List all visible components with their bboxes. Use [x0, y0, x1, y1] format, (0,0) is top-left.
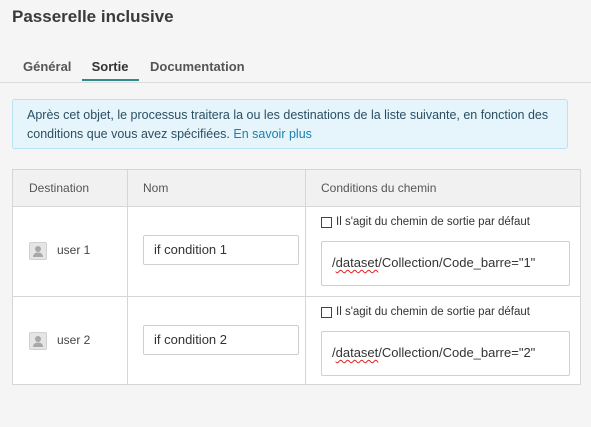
tab-documentation[interactable]: Documentation — [150, 59, 245, 74]
user-icon — [29, 332, 47, 350]
condition-expression-field[interactable]: /dataset/Collection/Code_barre="1" — [321, 241, 570, 286]
column-header-conditions: Conditions du chemin — [321, 181, 437, 195]
default-path-checkbox[interactable]: Il s'agit du chemin de sortie par défaut — [321, 216, 530, 228]
table-row: user 1 if condition 1 Il s'agit du chemi… — [13, 207, 580, 296]
table-header: Destination Nom Conditions du chemin — [13, 170, 580, 207]
info-banner: Après cet objet, le processus traitera l… — [12, 99, 568, 149]
tab-general[interactable]: Général — [23, 59, 71, 74]
checkbox-icon[interactable] — [321, 306, 332, 318]
learn-more-link[interactable]: En savoir plus — [233, 127, 312, 141]
column-divider — [127, 207, 128, 384]
column-header-destination: Destination — [29, 181, 90, 195]
tab-bar: Général Sortie Documentation — [0, 57, 591, 83]
default-path-label: Il s'agit du chemin de sortie par défaut — [336, 216, 530, 228]
checkbox-icon[interactable] — [321, 216, 332, 228]
spellcheck-flagged-word: dataset — [335, 345, 379, 360]
default-path-label: Il s'agit du chemin de sortie par défaut — [336, 306, 530, 318]
active-tab-indicator — [82, 79, 139, 81]
tab-sortie[interactable]: Sortie — [82, 59, 138, 74]
column-divider — [305, 170, 306, 206]
page: Passerelle inclusive Général Sortie Docu… — [0, 0, 591, 427]
output-paths-table: Destination Nom Conditions du chemin use… — [12, 169, 581, 385]
path-name-input[interactable]: if condition 1 — [143, 235, 299, 265]
path-name-input[interactable]: if condition 2 — [143, 325, 299, 355]
default-path-checkbox[interactable]: Il s'agit du chemin de sortie par défaut — [321, 306, 530, 318]
condition-rest: /Collection/Code_barre="1" — [378, 255, 536, 270]
spellcheck-flagged-word: dataset — [335, 255, 379, 270]
column-header-name: Nom — [143, 181, 169, 195]
column-divider — [127, 170, 128, 206]
user-icon — [29, 242, 47, 260]
condition-expression-field[interactable]: /dataset/Collection/Code_barre="2" — [321, 331, 570, 376]
table-row: user 2 if condition 2 Il s'agit du chemi… — [13, 296, 580, 386]
destination-label: user 2 — [57, 333, 91, 347]
destination-label: user 1 — [57, 243, 91, 257]
condition-rest: /Collection/Code_barre="2" — [378, 345, 536, 360]
column-divider — [305, 207, 306, 384]
page-title: Passerelle inclusive — [12, 7, 174, 26]
